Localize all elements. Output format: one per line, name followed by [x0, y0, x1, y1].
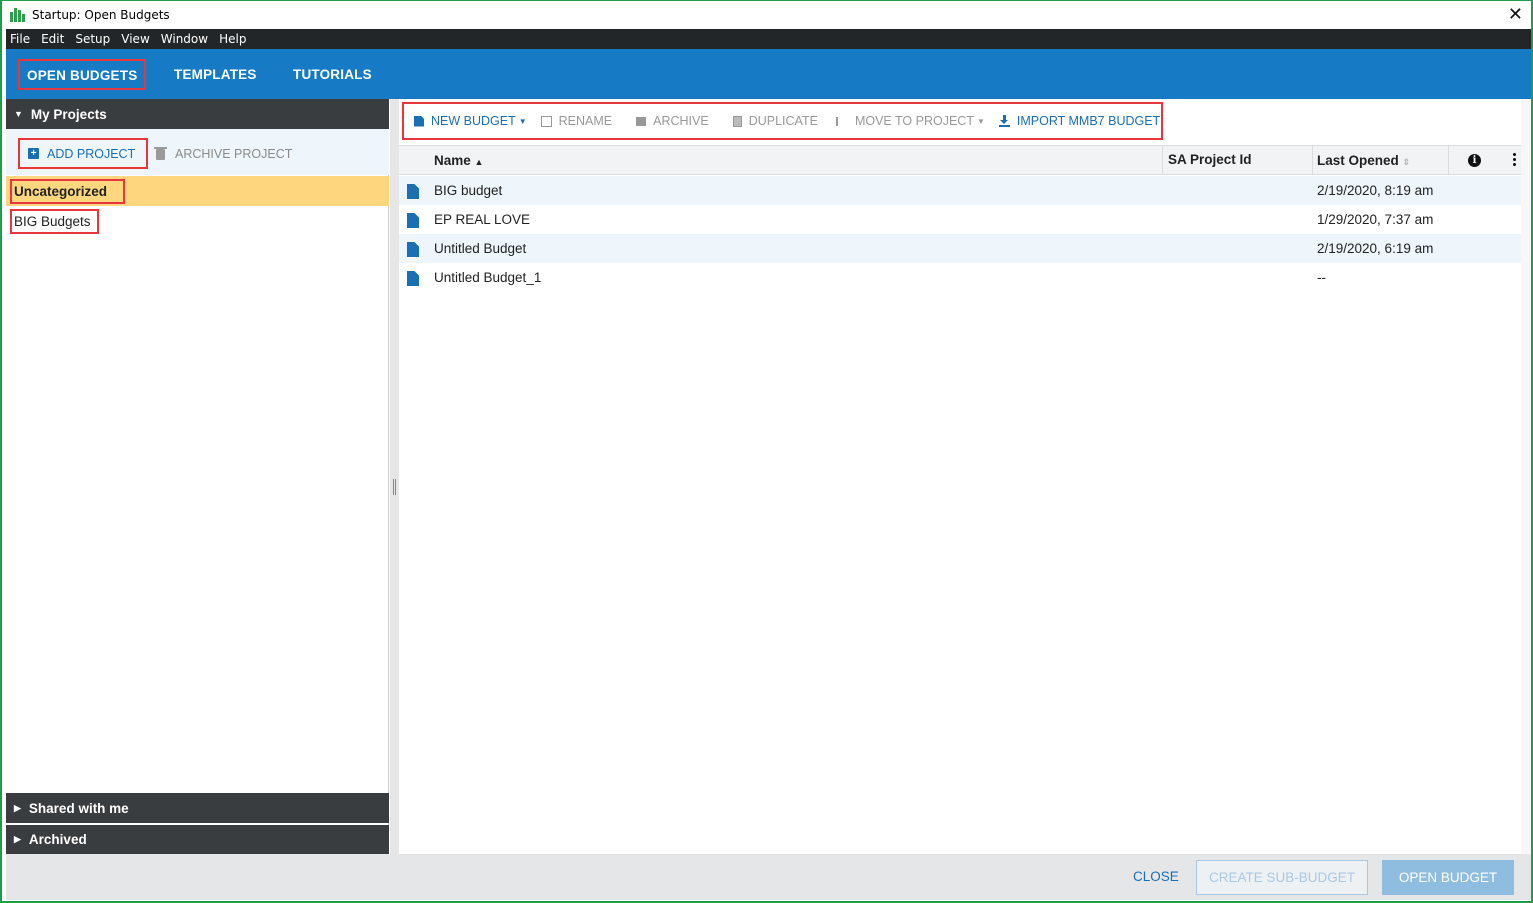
rename-label: RENAME	[558, 114, 613, 128]
open-budget-button[interactable]: OPEN BUDGET	[1382, 860, 1514, 895]
menu-setup[interactable]: Setup	[75, 32, 110, 46]
caret-right-icon: ▶	[14, 834, 21, 844]
sort-asc-icon: ▲	[474, 157, 484, 167]
edit-icon	[540, 115, 552, 127]
shared-with-me-label: Shared with me	[28, 800, 129, 816]
move-icon	[835, 116, 848, 126]
archive-button[interactable]: ARCHIVE	[636, 114, 709, 128]
archived-header[interactable]: ▶ Archived	[6, 825, 389, 854]
more-options-icon[interactable]	[1513, 153, 1517, 168]
menu-view[interactable]: View	[121, 32, 149, 46]
archive-label: ARCHIVE	[653, 114, 709, 128]
column-divider	[1312, 146, 1313, 175]
last-opened: 1/29/2020, 7:37 am	[1317, 212, 1434, 227]
move-to-project-button[interactable]: MOVE TO PROJECT ▼	[835, 114, 985, 128]
menu-edit[interactable]: Edit	[41, 32, 64, 46]
project-item-big-budgets[interactable]: BIG Budgets	[6, 206, 389, 236]
duplicate-label: DUPLICATE	[748, 114, 818, 128]
copy-icon	[732, 115, 742, 127]
column-last-opened[interactable]: Last Opened ⇕	[1317, 153, 1410, 168]
import-label: IMPORT MMB7 BUDGET	[1016, 114, 1161, 128]
budget-name: Untitled Budget	[434, 241, 527, 256]
move-to-project-label: MOVE TO PROJECT	[854, 114, 974, 128]
info-icon[interactable]: i	[1468, 154, 1481, 167]
table-header: Name ▲ SA Project Id Last Opened ⇕ i	[399, 145, 1521, 175]
title-bar: Startup: Open Budgets ✕	[2, 1, 1531, 29]
column-divider	[1448, 146, 1449, 175]
caret-down-icon: ▼	[14, 109, 23, 119]
project-item-uncategorized[interactable]: Uncategorized	[6, 176, 389, 206]
tab-open-budgets[interactable]: OPEN BUDGETS	[17, 59, 147, 90]
trash-icon	[154, 146, 167, 160]
project-toolbar: + ADD PROJECT ARCHIVE PROJECT	[6, 129, 389, 175]
panel-splitter[interactable]	[390, 99, 399, 854]
last-opened: --	[1317, 270, 1326, 285]
last-opened: 2/19/2020, 8:19 am	[1317, 183, 1434, 198]
table-row[interactable]: BIG budget 2/19/2020, 8:19 am	[399, 176, 1521, 205]
tab-tutorials[interactable]: TUTORIALS	[293, 67, 372, 82]
new-budget-button[interactable]: NEW BUDGET ▼	[414, 114, 527, 128]
last-opened: 2/19/2020, 6:19 am	[1317, 241, 1434, 256]
my-projects-header[interactable]: ▼ My Projects	[6, 99, 389, 129]
caret-right-icon: ▶	[14, 802, 21, 813]
column-name[interactable]: Name ▲	[434, 153, 483, 168]
create-sub-budget-button[interactable]: CREATE SUB-BUDGET	[1196, 860, 1368, 895]
footer-bar: CLOSE CREATE SUB-BUDGET OPEN BUDGET	[6, 854, 1531, 900]
top-nav: OPEN BUDGETS TEMPLATES TUTORIALS	[6, 49, 1531, 99]
budgets-panel: NEW BUDGET ▼ RENAME ARCHIVE DUPLICATE MO…	[399, 99, 1521, 854]
close-button[interactable]: CLOSE	[1133, 869, 1179, 884]
window-title: Startup: Open Budgets	[32, 8, 170, 22]
menu-help[interactable]: Help	[219, 32, 246, 46]
archive-box-icon	[636, 116, 647, 126]
table-row[interactable]: Untitled Budget 2/19/2020, 6:19 am	[399, 234, 1521, 263]
menu-file[interactable]: File	[10, 32, 30, 46]
project-label: BIG Budgets	[10, 208, 99, 234]
budget-name: BIG budget	[434, 183, 503, 198]
rename-button[interactable]: RENAME	[540, 114, 613, 128]
app-window: Startup: Open Budgets ✕ File Edit Setup …	[0, 0, 1533, 903]
document-icon	[407, 242, 419, 257]
archived-label: Archived	[28, 832, 87, 847]
column-sa-project-id[interactable]: SA Project Id	[1168, 152, 1252, 167]
table-row[interactable]: EP REAL LOVE 1/29/2020, 7:37 am	[399, 205, 1521, 234]
budget-toolbar: NEW BUDGET ▼ RENAME ARCHIVE DUPLICATE MO…	[402, 102, 1163, 140]
splitter-grip-icon	[393, 479, 396, 495]
document-icon	[407, 271, 419, 286]
new-budget-label: NEW BUDGET	[431, 114, 516, 128]
add-project-label: ADD PROJECT	[47, 146, 136, 161]
download-icon	[998, 115, 1010, 127]
menu-bar: File Edit Setup View Window Help	[6, 29, 1531, 49]
column-divider	[1162, 146, 1163, 175]
file-icon	[414, 115, 424, 127]
app-logo-icon	[10, 8, 26, 22]
sort-both-icon: ⇕	[1402, 157, 1411, 167]
dropdown-caret-icon: ▼	[518, 116, 527, 126]
document-icon	[407, 184, 419, 199]
import-budget-button[interactable]: IMPORT MMB7 BUDGET	[998, 114, 1161, 128]
shared-with-me-header[interactable]: ▶ Shared with me	[6, 793, 389, 823]
document-icon	[407, 213, 419, 228]
dropdown-caret-icon: ▼	[976, 116, 985, 126]
budget-name: EP REAL LOVE	[434, 212, 531, 227]
budget-name: Untitled Budget_1	[434, 270, 542, 285]
window-close-icon[interactable]: ✕	[1508, 5, 1523, 23]
my-projects-label: My Projects	[30, 106, 107, 122]
project-label: Uncategorized	[9, 178, 126, 204]
menu-window[interactable]: Window	[161, 32, 208, 46]
table-row[interactable]: Untitled Budget_1 --	[399, 263, 1521, 292]
plus-square-icon: +	[28, 148, 39, 159]
archive-project-button[interactable]: ARCHIVE PROJECT	[154, 146, 293, 161]
tab-templates[interactable]: TEMPLATES	[174, 67, 257, 82]
archive-project-label: ARCHIVE PROJECT	[175, 147, 293, 161]
scrollbar-track[interactable]	[1521, 99, 1531, 854]
duplicate-button[interactable]: DUPLICATE	[732, 114, 818, 128]
add-project-button[interactable]: + ADD PROJECT	[18, 138, 148, 169]
projects-sidebar: ▼ My Projects + ADD PROJECT ARCHIVE PROJ…	[6, 99, 389, 854]
